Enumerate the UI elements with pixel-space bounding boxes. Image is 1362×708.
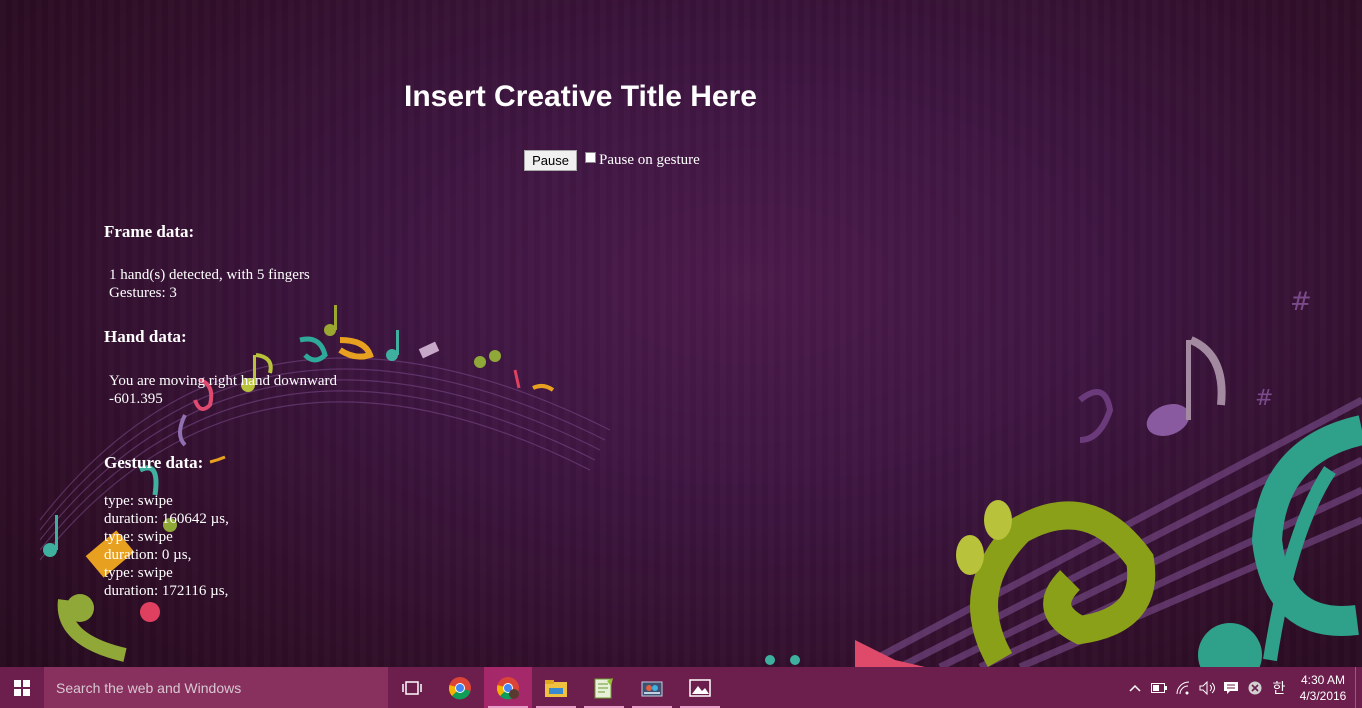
task-view-icon bbox=[402, 680, 422, 695]
gesture-line: type: swipe bbox=[104, 565, 173, 581]
system-tray: 한 4:30 AM 4/3/2016 bbox=[1123, 667, 1362, 708]
network-button[interactable] bbox=[1171, 667, 1195, 708]
taskbar-app-photos[interactable] bbox=[676, 667, 724, 708]
hand-data-heading: Hand data: bbox=[104, 327, 187, 346]
task-view-button[interactable] bbox=[388, 667, 436, 708]
controls: Pause Pause on gesture bbox=[524, 150, 700, 171]
chevron-up-icon bbox=[1129, 684, 1141, 692]
taskbar-search-box[interactable]: Search the web and Windows bbox=[44, 667, 388, 708]
chrome-icon bbox=[448, 676, 471, 699]
status-button[interactable] bbox=[1243, 667, 1267, 708]
gesture-line: duration: 160642 µs, bbox=[104, 511, 229, 527]
gesture-line: type: swipe bbox=[104, 529, 173, 545]
notepad-plus-plus-icon bbox=[594, 677, 613, 698]
show-desktop-button[interactable] bbox=[1355, 667, 1362, 708]
hand-data-block: You are moving right hand downward -601.… bbox=[109, 372, 337, 408]
start-button[interactable] bbox=[0, 667, 44, 708]
battery-icon bbox=[1151, 682, 1167, 693]
frame-data-heading: Frame data: bbox=[104, 222, 195, 241]
clock-time: 4:30 AM bbox=[1300, 672, 1346, 687]
taskbar-app-file-explorer[interactable] bbox=[532, 667, 580, 708]
hands-detected-text: 1 hand(s) detected, with 5 fingers bbox=[109, 267, 310, 283]
close-circle-icon bbox=[1248, 681, 1262, 694]
clock-date: 4/3/2016 bbox=[1299, 688, 1347, 703]
taskbar-app-chrome[interactable] bbox=[436, 667, 484, 708]
hand-value-text: -601.395 bbox=[109, 391, 163, 407]
taskbar-clock[interactable]: 4:30 AM 4/3/2016 bbox=[1291, 672, 1355, 704]
ime-indicator: 한 bbox=[1272, 679, 1286, 696]
search-placeholder: Search the web and Windows bbox=[56, 679, 242, 696]
hand-direction-text: You are moving right hand downward bbox=[109, 373, 338, 389]
file-explorer-icon bbox=[545, 679, 567, 697]
svg-text:#: # bbox=[1255, 386, 1273, 411]
gestures-count-text: Gestures: 3 bbox=[109, 285, 177, 301]
gesture-line: type: swipe bbox=[104, 493, 173, 509]
notification-icon bbox=[1224, 681, 1238, 694]
app-window-icon bbox=[641, 681, 663, 696]
svg-text:#: # bbox=[1290, 287, 1312, 317]
taskbar-app-window[interactable] bbox=[628, 667, 676, 708]
action-center-button[interactable] bbox=[1219, 667, 1243, 708]
gesture-data-heading: Gesture data: bbox=[104, 453, 204, 472]
photos-icon bbox=[689, 678, 711, 697]
volume-button[interactable] bbox=[1195, 667, 1219, 708]
page-title: Insert Creative Title Here bbox=[404, 80, 757, 113]
battery-button[interactable] bbox=[1147, 667, 1171, 708]
show-hidden-icons-button[interactable] bbox=[1123, 667, 1147, 708]
wifi-icon bbox=[1176, 681, 1190, 694]
ime-button[interactable]: 한 bbox=[1267, 667, 1291, 708]
windows-logo-icon bbox=[14, 679, 30, 696]
chrome-profile-icon bbox=[496, 676, 519, 699]
taskbar-app-chrome-active[interactable] bbox=[484, 667, 532, 708]
frame-data-block: 1 hand(s) detected, with 5 fingers Gestu… bbox=[109, 266, 310, 302]
gesture-data-block: type: swipe duration: 160642 µs, type: s… bbox=[104, 492, 229, 600]
pause-button[interactable]: Pause bbox=[524, 150, 577, 171]
gesture-line: duration: 0 µs, bbox=[104, 547, 192, 563]
gesture-line: duration: 172116 µs, bbox=[104, 583, 229, 599]
taskbar: Search the web and Windows 한 4:30 AM 4/3… bbox=[0, 667, 1362, 708]
pause-on-gesture-checkbox[interactable] bbox=[585, 152, 596, 163]
taskbar-app-notepad-plus-plus[interactable] bbox=[580, 667, 628, 708]
pause-on-gesture-label: Pause on gesture bbox=[599, 152, 700, 168]
speaker-icon bbox=[1199, 680, 1215, 695]
